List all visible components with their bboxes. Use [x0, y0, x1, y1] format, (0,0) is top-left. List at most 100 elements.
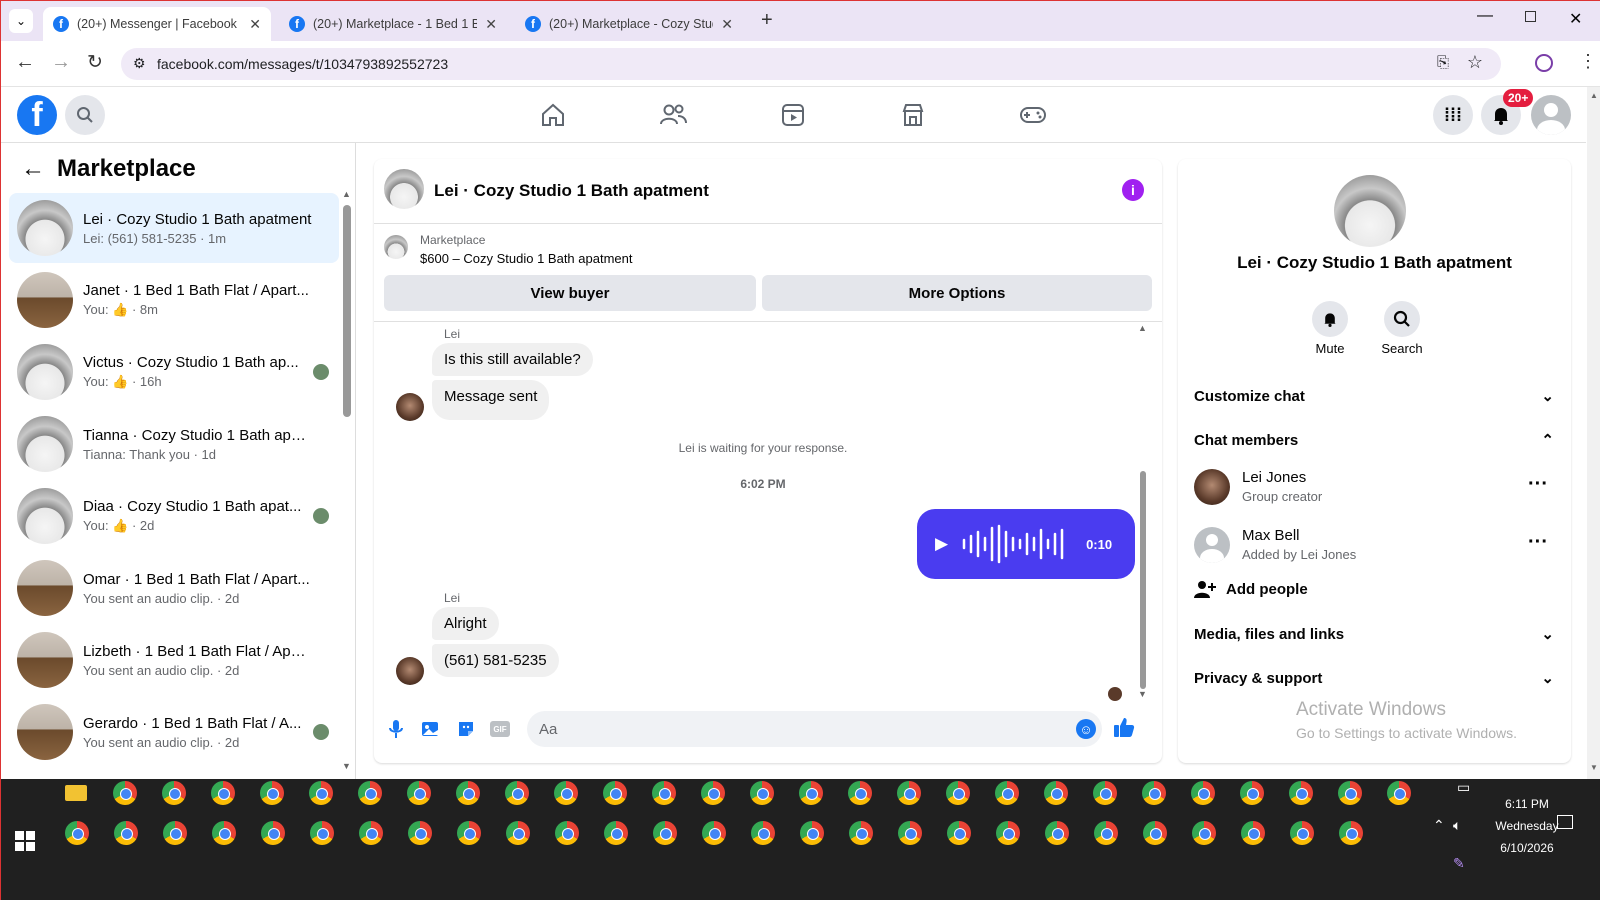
more-options-button[interactable]: More Options — [762, 275, 1152, 311]
chrome-taskbar-icon[interactable] — [457, 821, 481, 845]
chrome-taskbar-icon[interactable] — [310, 821, 334, 845]
browser-menu-icon[interactable]: ⋮ — [1579, 51, 1597, 72]
sender-avatar[interactable] — [396, 657, 424, 685]
sender-avatar[interactable] — [396, 393, 424, 421]
chrome-taskbar-icon[interactable] — [309, 781, 333, 805]
chrome-taskbar-icon[interactable] — [1241, 821, 1265, 845]
file-explorer-icon[interactable] — [65, 785, 87, 801]
tab-search-dropdown[interactable]: ⌄ — [9, 9, 33, 33]
profile-icon[interactable] — [1535, 54, 1553, 72]
chrome-taskbar-icon[interactable] — [359, 821, 383, 845]
chrome-taskbar-icon[interactable] — [702, 821, 726, 845]
site-info-icon[interactable]: ⚙ — [133, 55, 146, 72]
chrome-taskbar-icon[interactable] — [751, 821, 775, 845]
conversation-item[interactable]: Gerardo · 1 Bed 1 Bath Flat / A... You se… — [9, 697, 339, 767]
close-tab-icon[interactable]: ✕ — [249, 16, 261, 33]
chrome-taskbar-icon[interactable] — [506, 821, 530, 845]
member-name[interactable]: Max Bell — [1242, 527, 1300, 544]
chrome-taskbar-icon[interactable] — [212, 821, 236, 845]
chrome-taskbar-icon[interactable] — [505, 781, 529, 805]
clock-time[interactable]: 6:11 PM — [1487, 797, 1567, 811]
chrome-taskbar-icon[interactable] — [113, 781, 137, 805]
show-hidden-icons[interactable]: ⌃ — [1433, 817, 1445, 834]
chrome-taskbar-icon[interactable] — [1240, 781, 1264, 805]
chrome-taskbar-icon[interactable] — [653, 821, 677, 845]
chrome-taskbar-icon[interactable] — [1338, 781, 1362, 805]
chrome-taskbar-icon[interactable] — [652, 781, 676, 805]
conversation-item[interactable]: Janet · 1 Bed 1 Bath Flat / Apart... You:… — [9, 265, 339, 335]
list-scrollbar[interactable] — [343, 205, 351, 417]
member-name[interactable]: Lei Jones — [1242, 469, 1306, 486]
conversation-item[interactable]: Lei · Cozy Studio 1 Bath apatment Lei: (5… — [9, 193, 339, 263]
chrome-taskbar-icon[interactable] — [555, 821, 579, 845]
chrome-taskbar-icon[interactable] — [800, 821, 824, 845]
chrome-taskbar-icon[interactable] — [1192, 821, 1216, 845]
message-bubble[interactable]: (561) 581-5235 — [432, 644, 559, 677]
chrome-taskbar-icon[interactable] — [1093, 781, 1117, 805]
privacy-support-row[interactable]: Privacy & support ⌄ — [1194, 669, 1554, 688]
chrome-taskbar-icon[interactable] — [946, 781, 970, 805]
friends-icon[interactable] — [653, 99, 693, 131]
member-avatar[interactable] — [1194, 469, 1230, 505]
restore-icon[interactable] — [1525, 11, 1536, 22]
chrome-taskbar-icon[interactable] — [162, 781, 186, 805]
add-people-button[interactable]: Add people — [1226, 581, 1308, 598]
chrome-taskbar-icon[interactable] — [750, 781, 774, 805]
search-chat-icon[interactable] — [1384, 301, 1420, 337]
chrome-taskbar-icon[interactable] — [260, 781, 284, 805]
gif-icon[interactable]: GIF — [490, 721, 510, 737]
conversation-item[interactable]: Tianna · Cozy Studio 1 Bath apat... Tiann… — [9, 409, 339, 479]
page-scrollbar[interactable]: ▲ ▼ — [1587, 87, 1600, 779]
tab-marketplace-1[interactable]: f (20+) Marketplace - 1 Bed 1 Ba ✕ — [279, 7, 507, 41]
message-bubble[interactable]: Alright — [432, 607, 499, 640]
install-app-icon[interactable]: ⎘ — [1437, 54, 1449, 71]
chrome-taskbar-icon[interactable] — [1143, 821, 1167, 845]
chrome-taskbar-icon[interactable] — [65, 821, 89, 845]
chrome-taskbar-icon[interactable] — [554, 781, 578, 805]
chrome-taskbar-icon[interactable] — [1142, 781, 1166, 805]
url-field[interactable]: ⚙ facebook.com/messages/t/10347938925527… — [121, 48, 1501, 80]
chrome-taskbar-icon[interactable] — [1289, 781, 1313, 805]
chrome-taskbar-icon[interactable] — [947, 821, 971, 845]
chrome-taskbar-icon[interactable] — [603, 781, 627, 805]
chrome-taskbar-icon[interactable] — [408, 821, 432, 845]
conversation-item[interactable]: Lizbeth · 1 Bed 1 Bath Flat / Apar... You… — [9, 625, 339, 695]
chrome-taskbar-icon[interactable] — [1044, 781, 1068, 805]
microphone-icon[interactable] — [388, 719, 404, 744]
chrome-taskbar-icon[interactable] — [898, 821, 922, 845]
chrome-taskbar-icon[interactable] — [163, 821, 187, 845]
minimize-icon[interactable]: — — [1477, 7, 1493, 25]
chrome-taskbar-icon[interactable] — [261, 821, 285, 845]
chrome-taskbar-icon[interactable] — [1290, 821, 1314, 845]
chrome-taskbar-icon[interactable] — [995, 781, 1019, 805]
details-avatar[interactable] — [1334, 175, 1406, 247]
chrome-taskbar-icon[interactable] — [1094, 821, 1118, 845]
scroll-up-icon[interactable]: ▲ — [1138, 323, 1147, 333]
play-icon[interactable]: ▶ — [935, 534, 948, 554]
chrome-taskbar-icon[interactable] — [114, 821, 138, 845]
search-icon[interactable] — [65, 95, 105, 135]
forward-icon[interactable]: → — [51, 51, 71, 74]
watch-video-icon[interactable] — [773, 99, 813, 131]
network-icon[interactable]: ▭ — [1457, 779, 1470, 796]
chrome-taskbar-icon[interactable] — [1191, 781, 1215, 805]
chrome-taskbar-icon[interactable] — [1045, 821, 1069, 845]
pen-icon[interactable]: ✎ — [1453, 855, 1465, 872]
close-tab-icon[interactable]: ✕ — [721, 16, 733, 33]
chrome-taskbar-icon[interactable] — [456, 781, 480, 805]
conversation-item[interactable]: Victus · Cozy Studio 1 Bath ap... You: 👍 … — [9, 337, 339, 407]
bookmark-star-icon[interactable]: ☆ — [1467, 52, 1483, 73]
member-avatar[interactable] — [1194, 527, 1230, 563]
view-buyer-button[interactable]: View buyer — [384, 275, 756, 311]
emoji-icon[interactable]: ☺ — [1076, 719, 1096, 739]
chrome-taskbar-icon[interactable] — [1339, 821, 1363, 845]
chrome-taskbar-icon[interactable] — [897, 781, 921, 805]
listing-thumb[interactable] — [384, 235, 408, 259]
chrome-taskbar-icon[interactable] — [849, 821, 873, 845]
chrome-taskbar-icon[interactable] — [848, 781, 872, 805]
chrome-taskbar-icon[interactable] — [996, 821, 1020, 845]
tab-marketplace-2[interactable]: f (20+) Marketplace - Cozy Studi ✕ — [515, 7, 743, 41]
marketplace-icon[interactable] — [893, 99, 933, 131]
chrome-taskbar-icon[interactable] — [358, 781, 382, 805]
chat-avatar[interactable] — [384, 169, 424, 209]
